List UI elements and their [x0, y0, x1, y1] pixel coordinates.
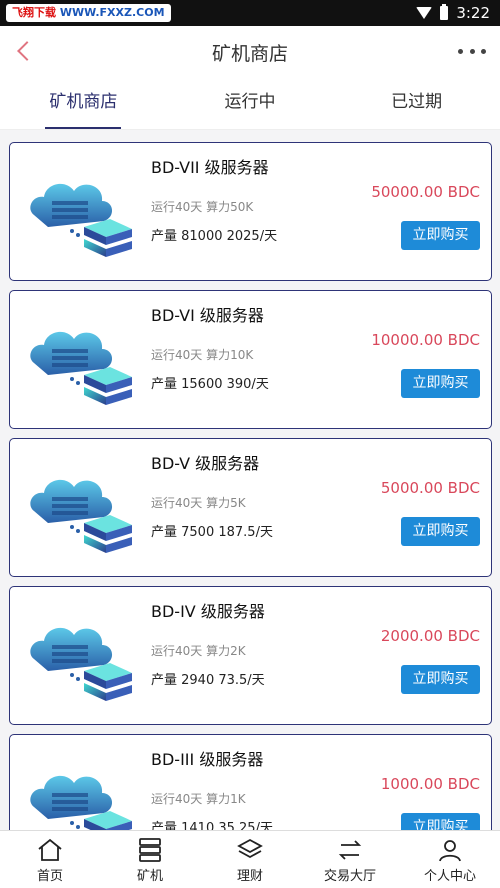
bottom-nav: 首页 矿机 理财 交易大厅 个人中心	[0, 830, 500, 888]
product-name: BD-III 级服务器	[151, 750, 264, 769]
tab-bar: 矿机商店 运行中 已过期	[0, 76, 500, 130]
product-price: 50000.00 BDC	[371, 183, 480, 201]
buy-button[interactable]: 立即购买	[401, 517, 480, 546]
exchange-icon	[338, 840, 362, 860]
product-card: BD-VII 级服务器 运行40天 算力50K 产量 81000 2025/天 …	[9, 142, 492, 281]
product-meta: 运行40天 算力10K	[151, 348, 254, 362]
product-meta: 运行40天 算力2K	[151, 644, 246, 658]
product-yield: 产量 1410 35.25/天	[151, 821, 273, 830]
product-yield: 产量 7500 187.5/天	[151, 525, 273, 540]
product-name: BD-VI 级服务器	[151, 306, 264, 325]
page-title: 矿机商店	[211, 43, 288, 65]
product-meta: 运行40天 算力50K	[151, 200, 254, 214]
product-price: 1000.00 BDC	[380, 775, 480, 793]
user-icon	[439, 840, 461, 862]
product-price: 5000.00 BDC	[380, 479, 480, 497]
tab-running[interactable]: 运行中	[167, 76, 334, 129]
product-card: BD-V 级服务器 运行40天 算力5K 产量 7500 187.5/天 500…	[9, 438, 492, 577]
buy-button[interactable]: 立即购买	[401, 369, 480, 398]
nav-home[interactable]: 首页	[0, 831, 100, 888]
app-bar: 矿机商店	[0, 26, 500, 76]
server-cloud-icon	[24, 165, 138, 265]
nav-exchange[interactable]: 交易大厅	[300, 831, 400, 888]
home-icon	[38, 838, 62, 861]
product-meta: 运行40天 算力5K	[151, 496, 246, 510]
buy-button[interactable]: 立即购买	[401, 665, 480, 694]
battery-icon	[440, 4, 449, 20]
server-icon	[139, 838, 161, 862]
buy-button[interactable]: 立即购买	[401, 221, 480, 250]
product-name: BD-VII 级服务器	[151, 158, 269, 177]
more-icon[interactable]	[458, 41, 486, 61]
watermark-logo: 飞翔下载 WWW.FXXZ.COM	[6, 4, 171, 22]
server-cloud-icon	[24, 609, 138, 709]
product-price: 2000.00 BDC	[380, 627, 480, 645]
server-cloud-icon	[24, 313, 138, 413]
status-bar: 飞翔下载 WWW.FXXZ.COM 3:22	[0, 0, 500, 26]
tab-expired[interactable]: 已过期	[333, 76, 500, 129]
product-name: BD-IV 级服务器	[151, 602, 265, 621]
layers-icon	[237, 838, 263, 859]
clock: 3:22	[456, 4, 490, 22]
product-card: BD-III 级服务器 运行40天 算力1K 产量 1410 35.25/天 1…	[9, 734, 492, 830]
product-yield: 产量 2940 73.5/天	[151, 673, 265, 688]
product-list[interactable]: BD-VII 级服务器 运行40天 算力50K 产量 81000 2025/天 …	[0, 130, 500, 830]
server-cloud-icon	[24, 461, 138, 561]
product-card: BD-IV 级服务器 运行40天 算力2K 产量 2940 73.5/天 200…	[9, 586, 492, 725]
server-cloud-icon	[24, 757, 138, 830]
status-icons: 3:22	[416, 0, 490, 26]
buy-button[interactable]: 立即购买	[401, 813, 480, 830]
nav-miner[interactable]: 矿机	[100, 831, 200, 888]
product-yield: 产量 15600 390/天	[151, 377, 269, 392]
wifi-icon	[416, 7, 433, 19]
product-card: BD-VI 级服务器 运行40天 算力10K 产量 15600 390/天 10…	[9, 290, 492, 429]
product-name: BD-V 级服务器	[151, 454, 260, 473]
product-yield: 产量 81000 2025/天	[151, 229, 278, 244]
nav-profile[interactable]: 个人中心	[400, 831, 500, 888]
product-price: 10000.00 BDC	[371, 331, 480, 349]
tab-shop[interactable]: 矿机商店	[0, 76, 167, 129]
product-meta: 运行40天 算力1K	[151, 792, 246, 806]
nav-finance[interactable]: 理财	[200, 831, 300, 888]
